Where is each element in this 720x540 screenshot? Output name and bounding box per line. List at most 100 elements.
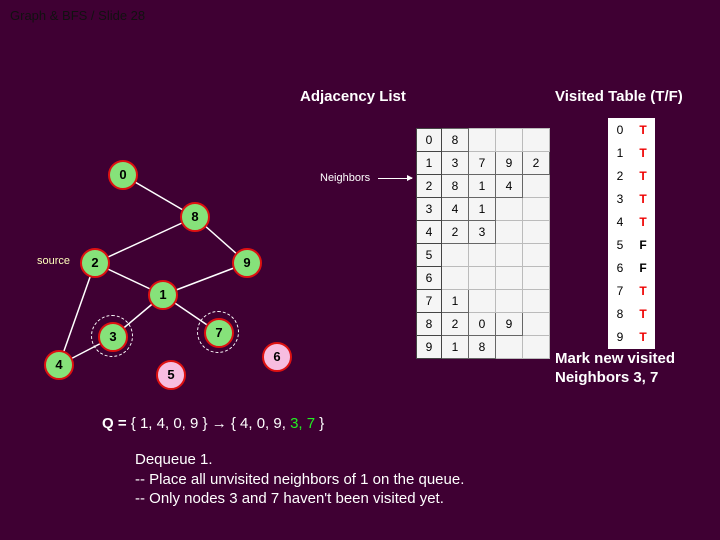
visited-value: T [632, 188, 655, 211]
graph-node-4: 4 [44, 350, 74, 380]
adj-cell [496, 290, 523, 313]
graph-node-2: 2 [80, 248, 110, 278]
adj-cell [496, 336, 523, 359]
queue-before: { 1, 4, 0, 9 } [131, 415, 208, 432]
graph-edge [95, 217, 195, 263]
visited-value: T [632, 326, 655, 349]
explain-l1: Dequeue 1. [135, 450, 464, 470]
graph-node-1: 1 [148, 280, 178, 310]
adj-row-index: 0 [417, 129, 442, 152]
visited-value: T [632, 119, 655, 142]
adj-cell: 2 [442, 313, 469, 336]
queue-line: Q = { 1, 4, 0, 9 } → { 4, 0, 9, 3, 7 } [102, 415, 324, 432]
visited-index: 4 [609, 211, 632, 234]
graph-node-5: 5 [156, 360, 186, 390]
adj-cell [523, 244, 550, 267]
queue-prefix: Q = [102, 415, 127, 432]
adj-cell [442, 267, 469, 290]
adj-cell [496, 198, 523, 221]
visited-value: F [632, 257, 655, 280]
slide-header: Graph & BFS / Slide 28 [10, 8, 145, 23]
adj-row-index: 9 [417, 336, 442, 359]
adj-cell: 7 [469, 152, 496, 175]
adj-cell: 1 [442, 290, 469, 313]
slide: Graph & BFS / Slide 28 Adjacency List Vi… [0, 0, 720, 540]
neighbors-label: Neighbors [320, 172, 370, 184]
explanation: Dequeue 1. -- Place all unvisited neighb… [135, 450, 464, 509]
adj-row-index: 8 [417, 313, 442, 336]
adj-cell [523, 290, 550, 313]
adj-cell: 1 [469, 198, 496, 221]
visited-index: 8 [609, 303, 632, 326]
adj-cell [469, 290, 496, 313]
explain-l2: -- Place all unvisited neighbors of 1 on… [135, 470, 464, 490]
visited-index: 6 [609, 257, 632, 280]
explain-l3: -- Only nodes 3 and 7 haven't been visit… [135, 489, 464, 509]
adj-cell: 8 [469, 336, 496, 359]
visited-value: T [632, 142, 655, 165]
adj-cell [523, 175, 550, 198]
visited-index: 5 [609, 234, 632, 257]
neighbors-arrow-icon [378, 178, 412, 179]
adj-cell: 4 [496, 175, 523, 198]
visited-value: T [632, 165, 655, 188]
source-label: source [37, 255, 70, 267]
mark-line2: Neighbors 3, 7 [555, 369, 658, 386]
adj-row-index: 7 [417, 290, 442, 313]
visited-index: 7 [609, 280, 632, 303]
graph-node-9: 9 [232, 248, 262, 278]
adj-cell [496, 221, 523, 244]
visited-value: T [632, 303, 655, 326]
queue-after-close: } [315, 415, 324, 432]
visited-index: 1 [609, 142, 632, 165]
queue-after-new: 3, 7 [290, 415, 315, 432]
adj-cell: 1 [469, 175, 496, 198]
adj-cell [469, 244, 496, 267]
graph-edge [59, 263, 95, 365]
adj-cell [523, 129, 550, 152]
graph-node-7: 7 [204, 318, 234, 348]
adj-cell [523, 267, 550, 290]
adj-cell: 4 [442, 198, 469, 221]
adj-cell [523, 221, 550, 244]
adj-cell [469, 267, 496, 290]
graph-node-8: 8 [180, 202, 210, 232]
visited-index: 9 [609, 326, 632, 349]
adj-cell: 9 [496, 152, 523, 175]
adj-cell [523, 313, 550, 336]
adj-cell [496, 244, 523, 267]
adj-cell [496, 129, 523, 152]
adj-cell [442, 244, 469, 267]
adjacency-title: Adjacency List [300, 88, 406, 105]
adj-cell: 8 [442, 129, 469, 152]
graph-node-3: 3 [98, 322, 128, 352]
mark-line1: Mark new visited [555, 350, 675, 367]
graph-node-6: 6 [262, 342, 292, 372]
adj-cell: 3 [442, 152, 469, 175]
adj-cell: 8 [442, 175, 469, 198]
adj-cell [496, 267, 523, 290]
adj-cell [523, 336, 550, 359]
adj-cell: 3 [469, 221, 496, 244]
graph-node-0: 0 [108, 160, 138, 190]
visited-table: 0T1T2T3T4T5F6F7T8T9T [608, 118, 655, 349]
queue-arrow-icon: → [212, 415, 227, 432]
adj-cell: 9 [496, 313, 523, 336]
adj-cell: 0 [469, 313, 496, 336]
adj-row-index: 4 [417, 221, 442, 244]
visited-value: T [632, 280, 655, 303]
visited-index: 3 [609, 188, 632, 211]
queue-after-plain: { 4, 0, 9, [231, 415, 290, 432]
visited-index: 2 [609, 165, 632, 188]
adjacency-table: 0813792281434142356718209918 [416, 128, 550, 359]
adj-cell: 2 [523, 152, 550, 175]
adj-row-index: 2 [417, 175, 442, 198]
adj-row-index: 1 [417, 152, 442, 175]
adj-row-index: 5 [417, 244, 442, 267]
adj-cell: 1 [442, 336, 469, 359]
visited-value: F [632, 234, 655, 257]
visited-title: Visited Table (T/F) [555, 88, 683, 105]
visited-value: T [632, 211, 655, 234]
adj-row-index: 3 [417, 198, 442, 221]
adj-row-index: 6 [417, 267, 442, 290]
